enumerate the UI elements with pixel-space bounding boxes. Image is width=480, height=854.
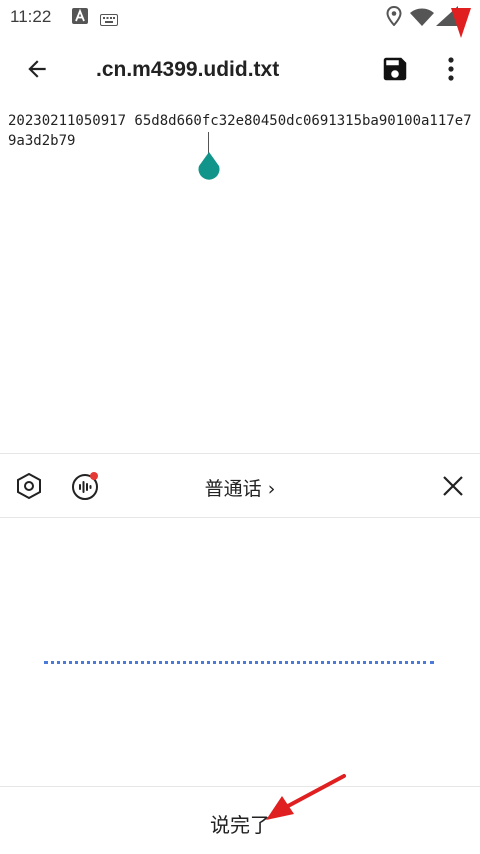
- done-bar: 说完了: [0, 786, 480, 854]
- voice-input-area: [0, 517, 480, 787]
- cursor-handle[interactable]: [196, 152, 222, 188]
- editor-content[interactable]: 20230211050917 65d8d660fc32e80450dc06913…: [8, 111, 474, 151]
- close-icon[interactable]: [441, 474, 465, 502]
- save-icon[interactable]: [380, 54, 410, 88]
- keyboard-icon: [100, 11, 118, 30]
- status-time: 11:22: [10, 7, 52, 26]
- text-editor[interactable]: 20230211050917 65d8d660fc32e80450dc06913…: [0, 106, 480, 453]
- wifi-icon: [410, 8, 434, 30]
- language-selector[interactable]: 普通话 ›: [0, 474, 480, 501]
- app-bar: .cn.m4399.udid.txt: [0, 34, 480, 106]
- voice-keyboard-toolbar: 普通话 ›: [0, 453, 480, 518]
- a-notification-icon: [72, 8, 88, 28]
- file-title: .cn.m4399.udid.txt: [96, 58, 280, 81]
- voice-waveform: [44, 661, 434, 664]
- finish-speaking-button[interactable]: 说完了: [0, 809, 480, 838]
- more-vert-icon[interactable]: [439, 55, 463, 87]
- location-icon: [386, 5, 402, 30]
- annotation-arrow-bottom: [266, 774, 346, 820]
- back-arrow-icon[interactable]: [24, 56, 50, 86]
- status-bar: 11:22: [0, 0, 480, 38]
